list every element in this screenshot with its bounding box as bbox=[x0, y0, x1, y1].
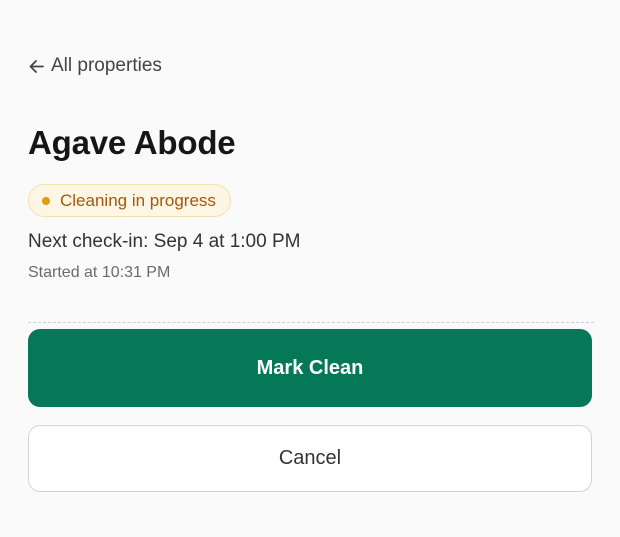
arrow-left-icon bbox=[28, 58, 45, 75]
cancel-button[interactable]: Cancel bbox=[28, 425, 592, 492]
divider bbox=[28, 322, 594, 323]
status-dot bbox=[42, 196, 50, 205]
mark-clean-button[interactable]: Mark Clean bbox=[28, 329, 592, 407]
property-detail-screen: All properties Agave Abode Cleaning in p… bbox=[0, 0, 620, 537]
page-title: Agave Abode bbox=[28, 124, 236, 161]
back-link[interactable]: All properties bbox=[28, 55, 162, 77]
next-checkin-text: Next check-in: Sep 4 at 1:00 PM bbox=[28, 231, 301, 252]
status-badge: Cleaning in progress bbox=[28, 184, 231, 217]
started-time-text: Started at 10:31 PM bbox=[28, 264, 171, 281]
status-badge-label: Cleaning in progress bbox=[60, 190, 216, 210]
back-link-label: All properties bbox=[51, 55, 162, 76]
